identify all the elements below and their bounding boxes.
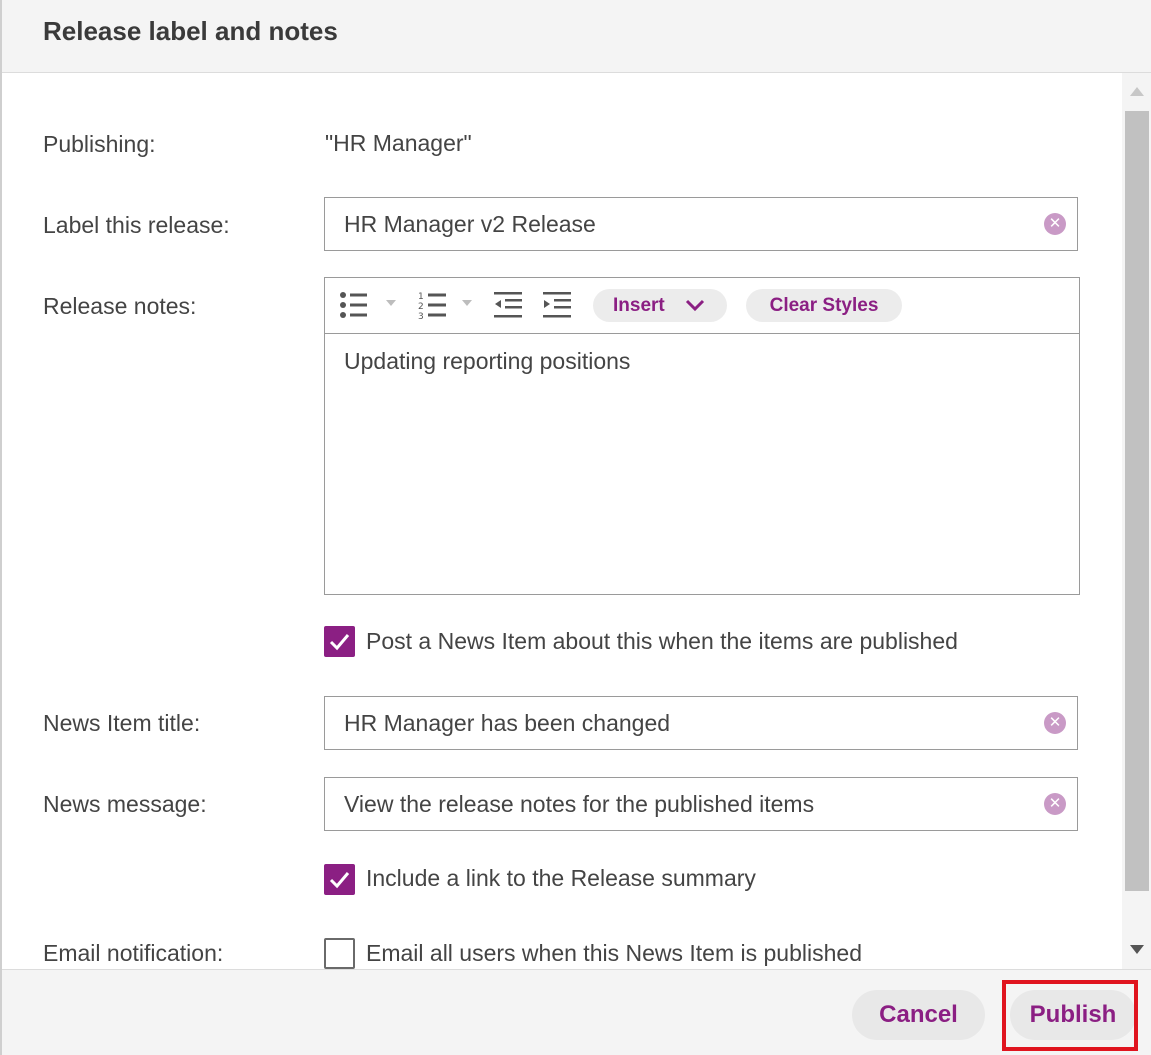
email-checkbox[interactable]	[324, 938, 355, 969]
scroll-thumb[interactable]	[1125, 111, 1149, 891]
editor-toolbar: 1 2 3 Insert Clear Styles	[325, 278, 1079, 334]
release-label-value: HR Manager v2 Release	[344, 211, 596, 237]
svg-text:1: 1	[418, 292, 424, 302]
insert-dropdown-button[interactable]: Insert	[593, 289, 727, 322]
release-label-field[interactable]: HR Manager v2 Release ✕	[324, 197, 1078, 251]
release-notes-editor: 1 2 3 Insert Clear Styles Updating repor…	[324, 277, 1080, 595]
bullet-list-dropdown-icon[interactable]	[386, 300, 396, 306]
dialog-footer: Cancel Publish	[2, 969, 1151, 1055]
dialog-body: Publishing: "HR Manager" Label this rele…	[2, 73, 1122, 969]
publish-highlight-box	[1002, 980, 1138, 1051]
include-link-label: Include a link to the Release summary	[366, 865, 756, 891]
include-link-checkbox[interactable]	[324, 864, 355, 895]
chevron-down-icon	[685, 299, 705, 312]
news-message-label: News message:	[43, 791, 207, 817]
publishing-label: Publishing:	[43, 131, 156, 157]
news-title-value: HR Manager has been changed	[344, 710, 671, 736]
scroll-down-arrow-icon[interactable]	[1130, 945, 1144, 954]
numbered-list-icon[interactable]: 1 2 3	[418, 291, 448, 319]
clear-circle-icon[interactable]: ✕	[1044, 213, 1066, 235]
release-notes-content[interactable]: Updating reporting positions	[344, 348, 630, 375]
cancel-button[interactable]: Cancel	[852, 990, 985, 1040]
release-dialog: Release label and notes Publishing: "HR …	[0, 0, 1151, 1055]
dialog-title: Release label and notes	[43, 16, 338, 46]
news-message-value: View the release notes for the published…	[344, 791, 815, 817]
post-news-label: Post a News Item about this when the ite…	[366, 628, 958, 654]
release-label: Label this release:	[43, 212, 230, 238]
insert-label: Insert	[613, 295, 665, 316]
email-option-label: Email all users when this News Item is p…	[366, 940, 862, 966]
bullet-list-icon[interactable]	[339, 291, 369, 319]
indent-icon[interactable]	[543, 291, 573, 319]
publishing-value: "HR Manager"	[325, 130, 472, 156]
outdent-icon[interactable]	[494, 291, 524, 319]
clear-styles-button[interactable]: Clear Styles	[746, 289, 902, 322]
news-title-label: News Item title:	[43, 710, 201, 736]
scrollbar[interactable]	[1122, 73, 1151, 969]
news-message-field[interactable]: View the release notes for the published…	[324, 777, 1078, 831]
svg-text:3: 3	[418, 312, 424, 319]
post-news-checkbox[interactable]	[324, 626, 355, 657]
checkmark-icon	[329, 872, 350, 889]
news-title-field[interactable]: HR Manager has been changed ✕	[324, 696, 1078, 750]
clear-circle-icon[interactable]: ✕	[1044, 793, 1066, 815]
checkmark-icon	[329, 634, 350, 651]
email-notification-label: Email notification:	[43, 940, 224, 966]
svg-text:2: 2	[418, 302, 424, 312]
scroll-up-arrow-icon[interactable]	[1130, 87, 1144, 96]
dialog-header: Release label and notes	[2, 0, 1151, 73]
clear-circle-icon[interactable]: ✕	[1044, 712, 1066, 734]
numbered-list-dropdown-icon[interactable]	[462, 300, 472, 306]
release-notes-label: Release notes:	[43, 293, 197, 319]
